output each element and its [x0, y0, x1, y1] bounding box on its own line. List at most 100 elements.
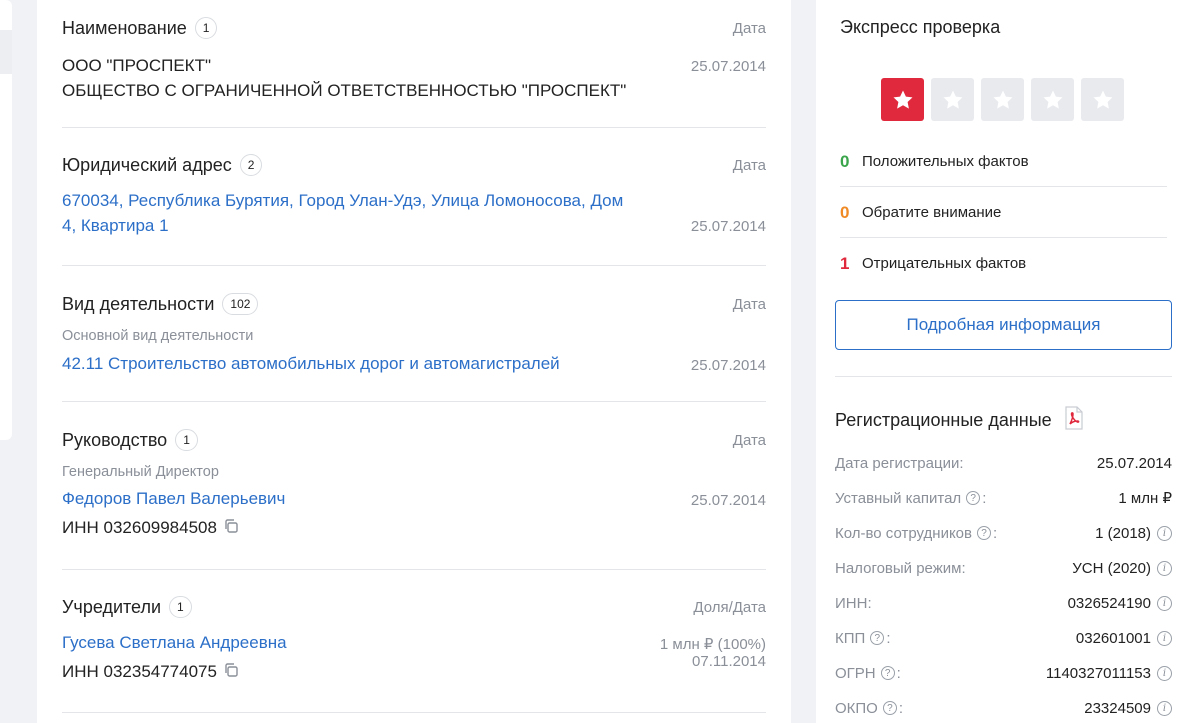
registration-value: 0326524190 i [1068, 595, 1172, 612]
activity-link[interactable]: 42.11 Строительство автомобильных дорог … [62, 351, 560, 377]
registration-row: ИНН: 0326524190 i [835, 591, 1172, 615]
registration-value: 1140327011153 i [1046, 665, 1172, 682]
left-panel-edge [0, 0, 12, 440]
info-icon[interactable]: i [1157, 595, 1172, 611]
registration-label: КПП?: [835, 630, 890, 647]
label-colon: : [896, 664, 901, 682]
section-title-text: Юридический адрес [62, 154, 232, 175]
registration-value-text: 1 млн ₽ [1118, 490, 1172, 507]
copy-icon[interactable] [223, 660, 239, 686]
fact-count: 0 [840, 151, 850, 171]
founder-date: 07.11.2014 [692, 653, 766, 670]
fact-positive[interactable]: 0 Положительных фактов [840, 136, 1167, 187]
count-badge: 1 [169, 596, 192, 618]
info-icon[interactable]: i [1157, 665, 1172, 681]
help-icon[interactable]: ? [870, 631, 885, 645]
registration-row: Кол-во сотрудников?: 1 (2018) i [835, 521, 1172, 545]
manager-inn: ИНН 032609984508 [62, 518, 217, 537]
founder-inn-row: ИНН 032354774075 [62, 659, 239, 686]
label-colon: : [993, 524, 998, 542]
divider [62, 127, 766, 128]
founder-name-link[interactable]: Гусева Светлана Андреевна [62, 630, 287, 656]
fact-label: Положительных фактов [862, 153, 1029, 170]
name-date: 25.07.2014 [690, 58, 766, 75]
express-check-title: Экспресс проверка [840, 17, 1001, 37]
manager-name-link[interactable]: Федоров Павел Валерьевич [62, 486, 285, 512]
registration-value-text: 23324509 [1084, 699, 1151, 717]
fact-count: 0 [840, 202, 850, 222]
company-short-name: ООО "ПРОСПЕКТ" [62, 56, 211, 75]
section-activity: Вид деятельности 102 Дата Основной вид д… [62, 292, 766, 382]
help-icon[interactable]: ? [966, 491, 981, 505]
registration-value: 23324509 i [1084, 700, 1172, 717]
help-icon[interactable]: ? [977, 526, 991, 540]
copy-icon[interactable] [223, 516, 239, 542]
registration-value-text: 032601001 [1075, 629, 1151, 647]
registration-row: ОКПО?: 23324509 i [835, 696, 1172, 720]
fact-label: Отрицательных фактов [862, 255, 1027, 272]
label-colon: : [886, 629, 891, 647]
star-icon [1081, 78, 1124, 121]
divider [62, 569, 766, 570]
registration-label: ОКПО?: [835, 700, 903, 717]
activity-date: 25.07.2014 [690, 357, 766, 374]
activity-sub-label: Основной вид деятельности [62, 328, 254, 344]
registration-title-text: Регистрационные данные [835, 410, 1052, 430]
info-icon[interactable]: i [1157, 630, 1172, 646]
left-panel-item [0, 30, 12, 74]
registration-label-text: Дата регистрации: [835, 454, 964, 472]
management-date: 25.07.2014 [690, 492, 766, 509]
registration-label: Кол-во сотрудников?: [835, 525, 997, 542]
address-date: 25.07.2014 [690, 218, 766, 235]
fact-attention[interactable]: 0 Обратите внимание [840, 187, 1167, 238]
fact-negative[interactable]: 1 Отрицательных фактов [840, 238, 1167, 289]
section-management: Руководство 1 Дата Генеральный Директор … [62, 428, 766, 548]
count-badge: 102 [222, 293, 259, 315]
registration-value: 032601001 i [1076, 630, 1172, 647]
divider [62, 401, 766, 402]
address-link-line1[interactable]: 670034, Республика Бурятия, Город Улан-У… [62, 188, 623, 214]
info-icon[interactable]: i [1157, 525, 1172, 541]
count-badge: 2 [239, 154, 263, 176]
info-icon[interactable]: i [1157, 700, 1172, 716]
section-activity-title: Вид деятельности 102 [62, 292, 259, 316]
count-badge: 1 [175, 429, 198, 451]
star-icon [981, 78, 1024, 121]
registration-value: 1 (2018) i [1095, 525, 1172, 542]
registration-label: ОГРН?: [835, 665, 901, 682]
registration-label-text: Уставный капитал [835, 489, 962, 507]
help-icon[interactable]: ? [880, 666, 895, 680]
registration-value-text: 25.07.2014 [1096, 454, 1172, 472]
help-icon[interactable]: ? [882, 701, 897, 715]
registration-title: Регистрационные данные [835, 406, 1084, 435]
registration-row: КПП?: 032601001 i [835, 626, 1172, 650]
section-title-text: Руководство [62, 429, 168, 450]
fact-label: Обратите внимание [862, 204, 1002, 221]
info-icon[interactable]: i [1157, 560, 1172, 576]
company-full-name: ОБЩЕСТВО С ОГРАНИЧЕННОЙ ОТВЕТСТВЕННОСТЬЮ… [62, 81, 627, 100]
star-icon [881, 78, 924, 121]
registration-row: ОГРН?: 1140327011153 i [835, 661, 1172, 685]
registration-value-text: 1140327011153 [1045, 664, 1151, 682]
column-header-date: Дата [732, 296, 766, 313]
sidebar-card: Экспресс проверка 0 Положительных фактов… [816, 0, 1190, 723]
label-colon: : [982, 489, 987, 507]
column-header-date: Дата [732, 157, 766, 174]
registration-value-text: УСН (2020) [1072, 559, 1151, 577]
registration-row: Налоговый режим: УСН (2020) i [835, 556, 1172, 580]
divider [62, 712, 766, 713]
registration-label: Уставный капитал?: [835, 490, 986, 507]
section-name-title: Наименование 1 [62, 16, 218, 40]
section-founders: Учредители 1 Доля/Дата Гусева Светлана А… [62, 595, 766, 695]
address-link-line2[interactable]: 4, Квартира 1 [62, 213, 169, 239]
column-header-share-date: Доля/Дата [693, 599, 766, 616]
registration-value: 25.07.2014 [1097, 455, 1172, 472]
registration-label: ИНН: [835, 595, 872, 612]
pdf-icon[interactable] [1064, 406, 1084, 435]
registration-value: УСН (2020) i [1072, 560, 1172, 577]
registration-value-text: 1 (2018) [1095, 524, 1151, 542]
column-header-date: Дата [732, 432, 766, 449]
section-name: Наименование 1 Дата ООО "ПРОСПЕКТ" ОБЩЕС… [62, 16, 766, 106]
details-button[interactable]: Подробная информация [835, 300, 1172, 350]
registration-label-text: Налоговый режим: [835, 559, 966, 577]
